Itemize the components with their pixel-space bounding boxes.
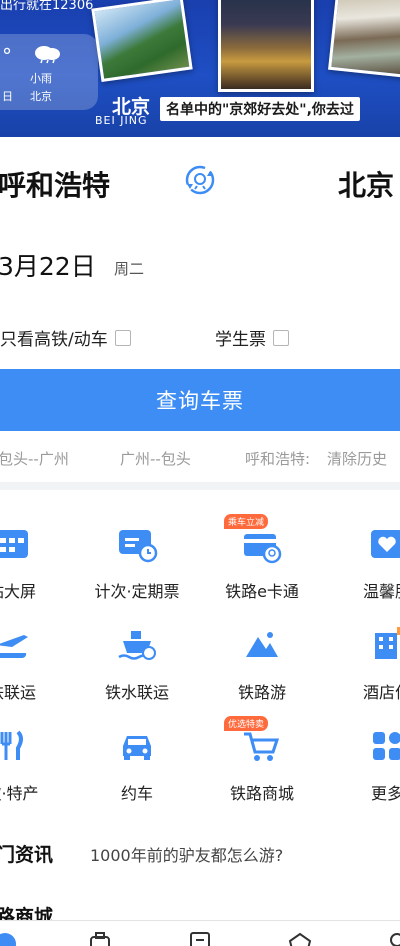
weather-condition: 小雨 [30,72,52,85]
banner-caption: 名单中的"京郊好去处",你去过 [160,97,360,121]
service-label: 约车 [120,784,153,803]
calendar-screen-icon [0,530,28,558]
heart-box-icon [371,530,400,558]
history-item[interactable]: 广州--包头 [120,448,191,469]
travel-weekday: 周二 [114,260,145,278]
service-label: 站大屏 [0,582,36,601]
rail-mall-section: 路商城 [0,880,400,924]
service-label: 铁水联运 [104,683,169,702]
banner-photo-mountains [91,0,193,83]
clear-history-link[interactable]: 清除历史 [327,448,387,469]
news-headline[interactable]: 1000年前的驴友都怎么游? [90,842,283,866]
travel-date[interactable]: 3月22日 [0,247,96,283]
home-tab-icon[interactable] [0,931,18,946]
promo-banner[interactable]: 出行就在12306 ° 日 小雨 北京 北京 BEI JING 名单中的"京郊好… [0,0,400,137]
history-item[interactable]: 呼和浩特: [245,448,310,469]
profile-tab-icon[interactable] [384,931,400,946]
service-grid: 站大屏 计次·定期票 乘车立减 铁路e卡通 温馨服 铁联 [0,490,400,830]
banner-photo-night-town [218,0,314,92]
service-rail-mall[interactable]: 优选特卖 铁路商城 [202,716,322,804]
car-icon [123,736,151,760]
service-label: 铁联运 [0,683,36,702]
ticket-clock-icon [119,530,158,563]
service-label: 温馨服 [362,582,400,601]
highspeed-only-checkbox[interactable] [114,329,131,346]
highspeed-only-label: 只看高铁/动车 [0,330,108,350]
service-label: 铁路商城 [229,784,294,803]
banner-photo-waterfall [328,0,400,78]
service-label: 铁路e卡通 [225,582,299,601]
student-ticket-option[interactable]: 学生票 [215,325,289,350]
grid-more-icon [373,732,400,760]
weather-widget[interactable]: ° 日 小雨 北京 [0,34,98,110]
banner-top-text: 出行就在12306 [0,0,94,13]
weather-city: 北京 [30,90,52,103]
search-history: 包头--广州 广州--包头 呼和浩特: 清除历史 [0,444,400,472]
service-more[interactable]: 更多 [327,724,400,804]
student-ticket-label: 学生票 [215,330,266,350]
hotel-building-icon [375,627,400,659]
promo-tag: 乘车立减 [224,514,269,529]
travel-service-tab-icon[interactable] [87,931,113,946]
member-tab-icon[interactable] [287,931,313,946]
service-rail-tour[interactable]: 铁路游 [202,623,322,703]
query-tickets-button[interactable]: 查询车票 [0,369,400,431]
service-label: 铁路游 [237,683,286,702]
banner-city-subtitle: BEI JING [95,114,148,127]
news-section-title: 门资讯 [0,844,54,866]
weather-day-label: 日 [2,90,13,103]
service-hotel[interactable]: 酒店住 [327,623,400,703]
service-label: 更多 [370,784,400,803]
service-care[interactable]: 温馨服 [327,522,400,602]
orders-tab-icon[interactable] [187,931,213,946]
service-label: 酒店住 [362,683,400,702]
plane-train-icon [0,635,28,659]
departure-city[interactable]: 呼和浩特 [0,164,110,204]
service-car-hailing[interactable]: 约车 [77,724,197,804]
arrival-city[interactable]: 北京 [338,164,394,204]
student-ticket-checkbox[interactable] [273,329,289,346]
service-rail-intermodal[interactable]: 铁联运 [0,623,72,703]
history-item[interactable]: 包头--广州 [0,448,69,469]
swap-stations-icon[interactable] [182,162,218,198]
highspeed-only-option[interactable]: 只看高铁/动车 [0,325,131,350]
service-count-ticket[interactable]: 计次·定期票 [77,522,197,602]
fork-knife-icon [0,730,23,760]
ticket-search-card: 呼和浩特 北京 3月22日 周二 只看高铁/动车 学生票 查询车票 包头--广州… [0,137,400,482]
mountain-icon [246,632,278,657]
service-food-specialty[interactable]: 饮·特产 [0,724,72,804]
service-label: 计次·定期票 [94,582,180,601]
service-rail-water[interactable]: 铁水联运 [77,623,197,703]
weather-temp: ° [2,44,12,68]
hot-news-bar[interactable]: 门资讯 1000年前的驴友都怎么游? [0,830,400,880]
cloud-rain-icon [35,46,60,64]
service-ecard[interactable]: 乘车立减 铁路e卡通 [202,514,322,602]
ship-icon [118,631,156,660]
promo-tag: 优选特卖 [224,716,269,731]
service-label: 饮·特产 [0,784,39,803]
service-station-screen[interactable]: 站大屏 [0,522,72,602]
bottom-navigation [0,920,400,946]
